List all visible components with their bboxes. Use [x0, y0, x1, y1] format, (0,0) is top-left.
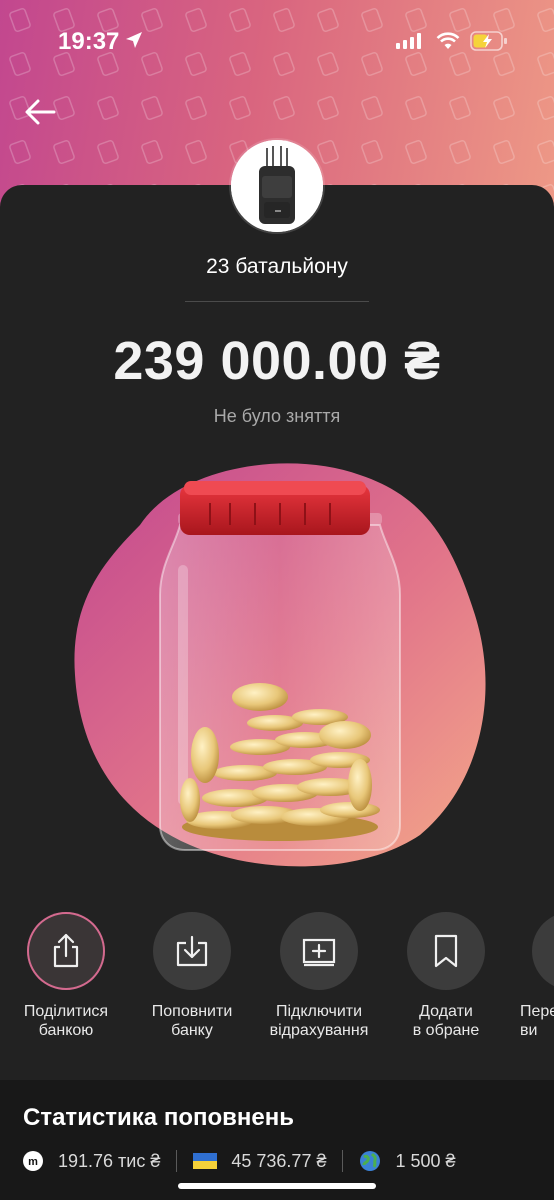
stats-title: Статистика поповнень	[23, 1104, 294, 1131]
stat-world: 1 500 ₴	[359, 1150, 456, 1172]
arrow-left-icon	[25, 99, 56, 125]
jar-avatar	[231, 140, 323, 232]
stat-monobank: m 191.76 тис ₴	[22, 1150, 160, 1172]
add-to-favorites-button[interactable]: Додати в обране	[381, 912, 511, 1040]
backpack-icon	[231, 140, 323, 232]
more-action-label: Пере ви	[520, 1003, 554, 1039]
stat-monobank-value: 191.76 тис ₴	[58, 1150, 161, 1171]
stat-world-value: 1 500 ₴	[395, 1150, 456, 1171]
top-up-icon	[176, 935, 208, 967]
status-bar: 19:37	[0, 0, 554, 84]
top-up-jar-button[interactable]: Поповнити банку	[127, 912, 257, 1040]
connect-deduction-circle[interactable]	[280, 912, 358, 990]
more-action-circle[interactable]	[532, 912, 554, 990]
home-indicator	[178, 1183, 376, 1189]
top-up-jar-circle[interactable]	[153, 912, 231, 990]
cellular-signal-icon	[396, 33, 421, 49]
jar-name: 23 батальйону	[206, 255, 348, 278]
wifi-icon	[436, 32, 460, 49]
jar-balance: 239 000.00 ₴	[113, 331, 441, 391]
bookmark-icon	[434, 934, 458, 968]
add-deduction-icon	[302, 938, 336, 967]
globe-icon	[360, 1151, 381, 1171]
stat-separator	[342, 1150, 344, 1172]
share-jar-button[interactable]: Поділитися банкою	[1, 912, 131, 1040]
top-up-jar-label: Поповнити банку	[151, 1003, 233, 1039]
monobank-icon: m	[23, 1151, 43, 1171]
divider	[185, 301, 369, 302]
battery-charging-icon	[470, 31, 507, 51]
share-jar-label: Поділитися банкою	[23, 1003, 109, 1039]
stat-separator	[176, 1150, 178, 1172]
share-icon	[53, 933, 79, 968]
jar-illustration	[74, 463, 486, 867]
location-arrow-icon	[126, 32, 142, 48]
add-to-favorites-label: Додати в обране	[412, 1003, 480, 1039]
more-action-button[interactable]: Пере ви	[508, 912, 554, 1040]
connect-deduction-button[interactable]: Підключити відрахування	[254, 912, 384, 1040]
stats-row: m 191.76 тис ₴ 45 736.77 ₴ 1 500 ₴	[22, 1146, 554, 1176]
stat-ukraine: 45 736.77 ₴	[193, 1151, 326, 1172]
stats-section: Статистика поповнень m 191.76 тис ₴ 45 7…	[0, 1080, 554, 1200]
stat-ukraine-value: 45 736.77 ₴	[231, 1150, 327, 1171]
svg-text:m: m	[28, 1156, 38, 1168]
add-to-favorites-circle[interactable]	[407, 912, 485, 990]
withdraw-status: Не було зняття	[213, 406, 341, 426]
actions-row: Поділитися банкою Поповнити банку Підклю…	[0, 912, 554, 1052]
connect-deduction-label: Підключити відрахування	[269, 1003, 369, 1039]
share-jar-circle[interactable]	[27, 912, 105, 990]
back-button[interactable]	[22, 94, 58, 130]
ukraine-flag-icon	[193, 1153, 218, 1169]
status-time: 19:37	[58, 28, 120, 55]
